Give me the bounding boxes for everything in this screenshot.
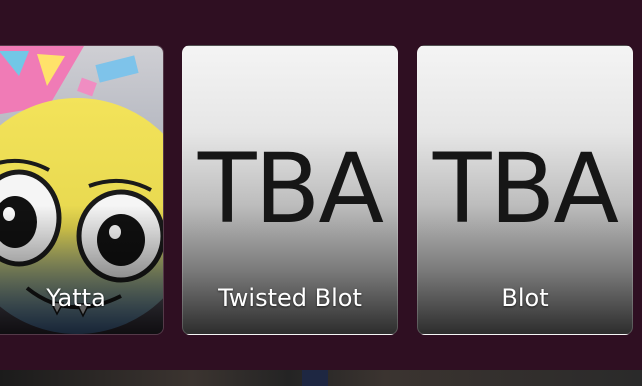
- tba-placeholder-text: TBA: [432, 133, 619, 245]
- card-label-blot: Blot: [501, 284, 549, 312]
- card-label-twisted-blot: Twisted Blot: [218, 284, 362, 312]
- tba-placeholder-text: TBA: [197, 133, 384, 245]
- card-label-yatta: Yatta: [46, 284, 106, 312]
- background-photo-strip: [0, 370, 642, 386]
- character-card-blot[interactable]: TBA Blot: [417, 45, 633, 335]
- background-post: [302, 370, 328, 386]
- character-card-twisted-blot[interactable]: TBA Twisted Blot: [182, 45, 398, 335]
- character-card-yatta[interactable]: Yatta: [0, 45, 164, 335]
- character-card-strip: Yatta TBA Twisted Blot TBA Blot: [0, 0, 642, 370]
